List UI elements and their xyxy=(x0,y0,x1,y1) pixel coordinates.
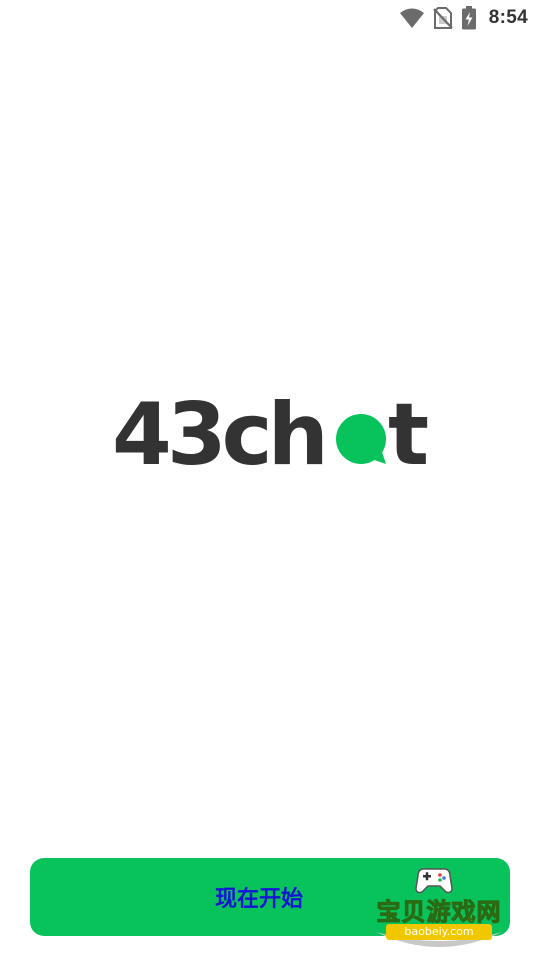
no-sim-icon xyxy=(432,6,453,30)
watermark-logo: 宝贝游戏网 baobeiy.com xyxy=(364,862,514,958)
status-icons: 8:54 xyxy=(399,4,528,32)
battery-charging-icon xyxy=(461,6,477,30)
wifi-icon xyxy=(399,7,425,29)
status-bar: 8:54 xyxy=(0,0,540,36)
watermark-name: 宝贝游戏网 xyxy=(376,898,502,927)
logo-text-prefix: 43ch xyxy=(112,388,324,485)
chat-bubble-icon xyxy=(336,414,386,464)
splash-screen: 8:54 43ch t 现在开始 宝贝游戏网 baobeiy.com xyxy=(0,0,540,960)
logo-text-suffix: t xyxy=(388,388,429,485)
app-logo: 43ch t xyxy=(112,385,430,488)
watermark-url: baobeiy.com xyxy=(386,924,492,940)
logo-mark: 43ch t xyxy=(112,385,429,485)
clock: 8:54 xyxy=(488,7,528,28)
start-now-label: 现在开始 xyxy=(214,887,303,912)
